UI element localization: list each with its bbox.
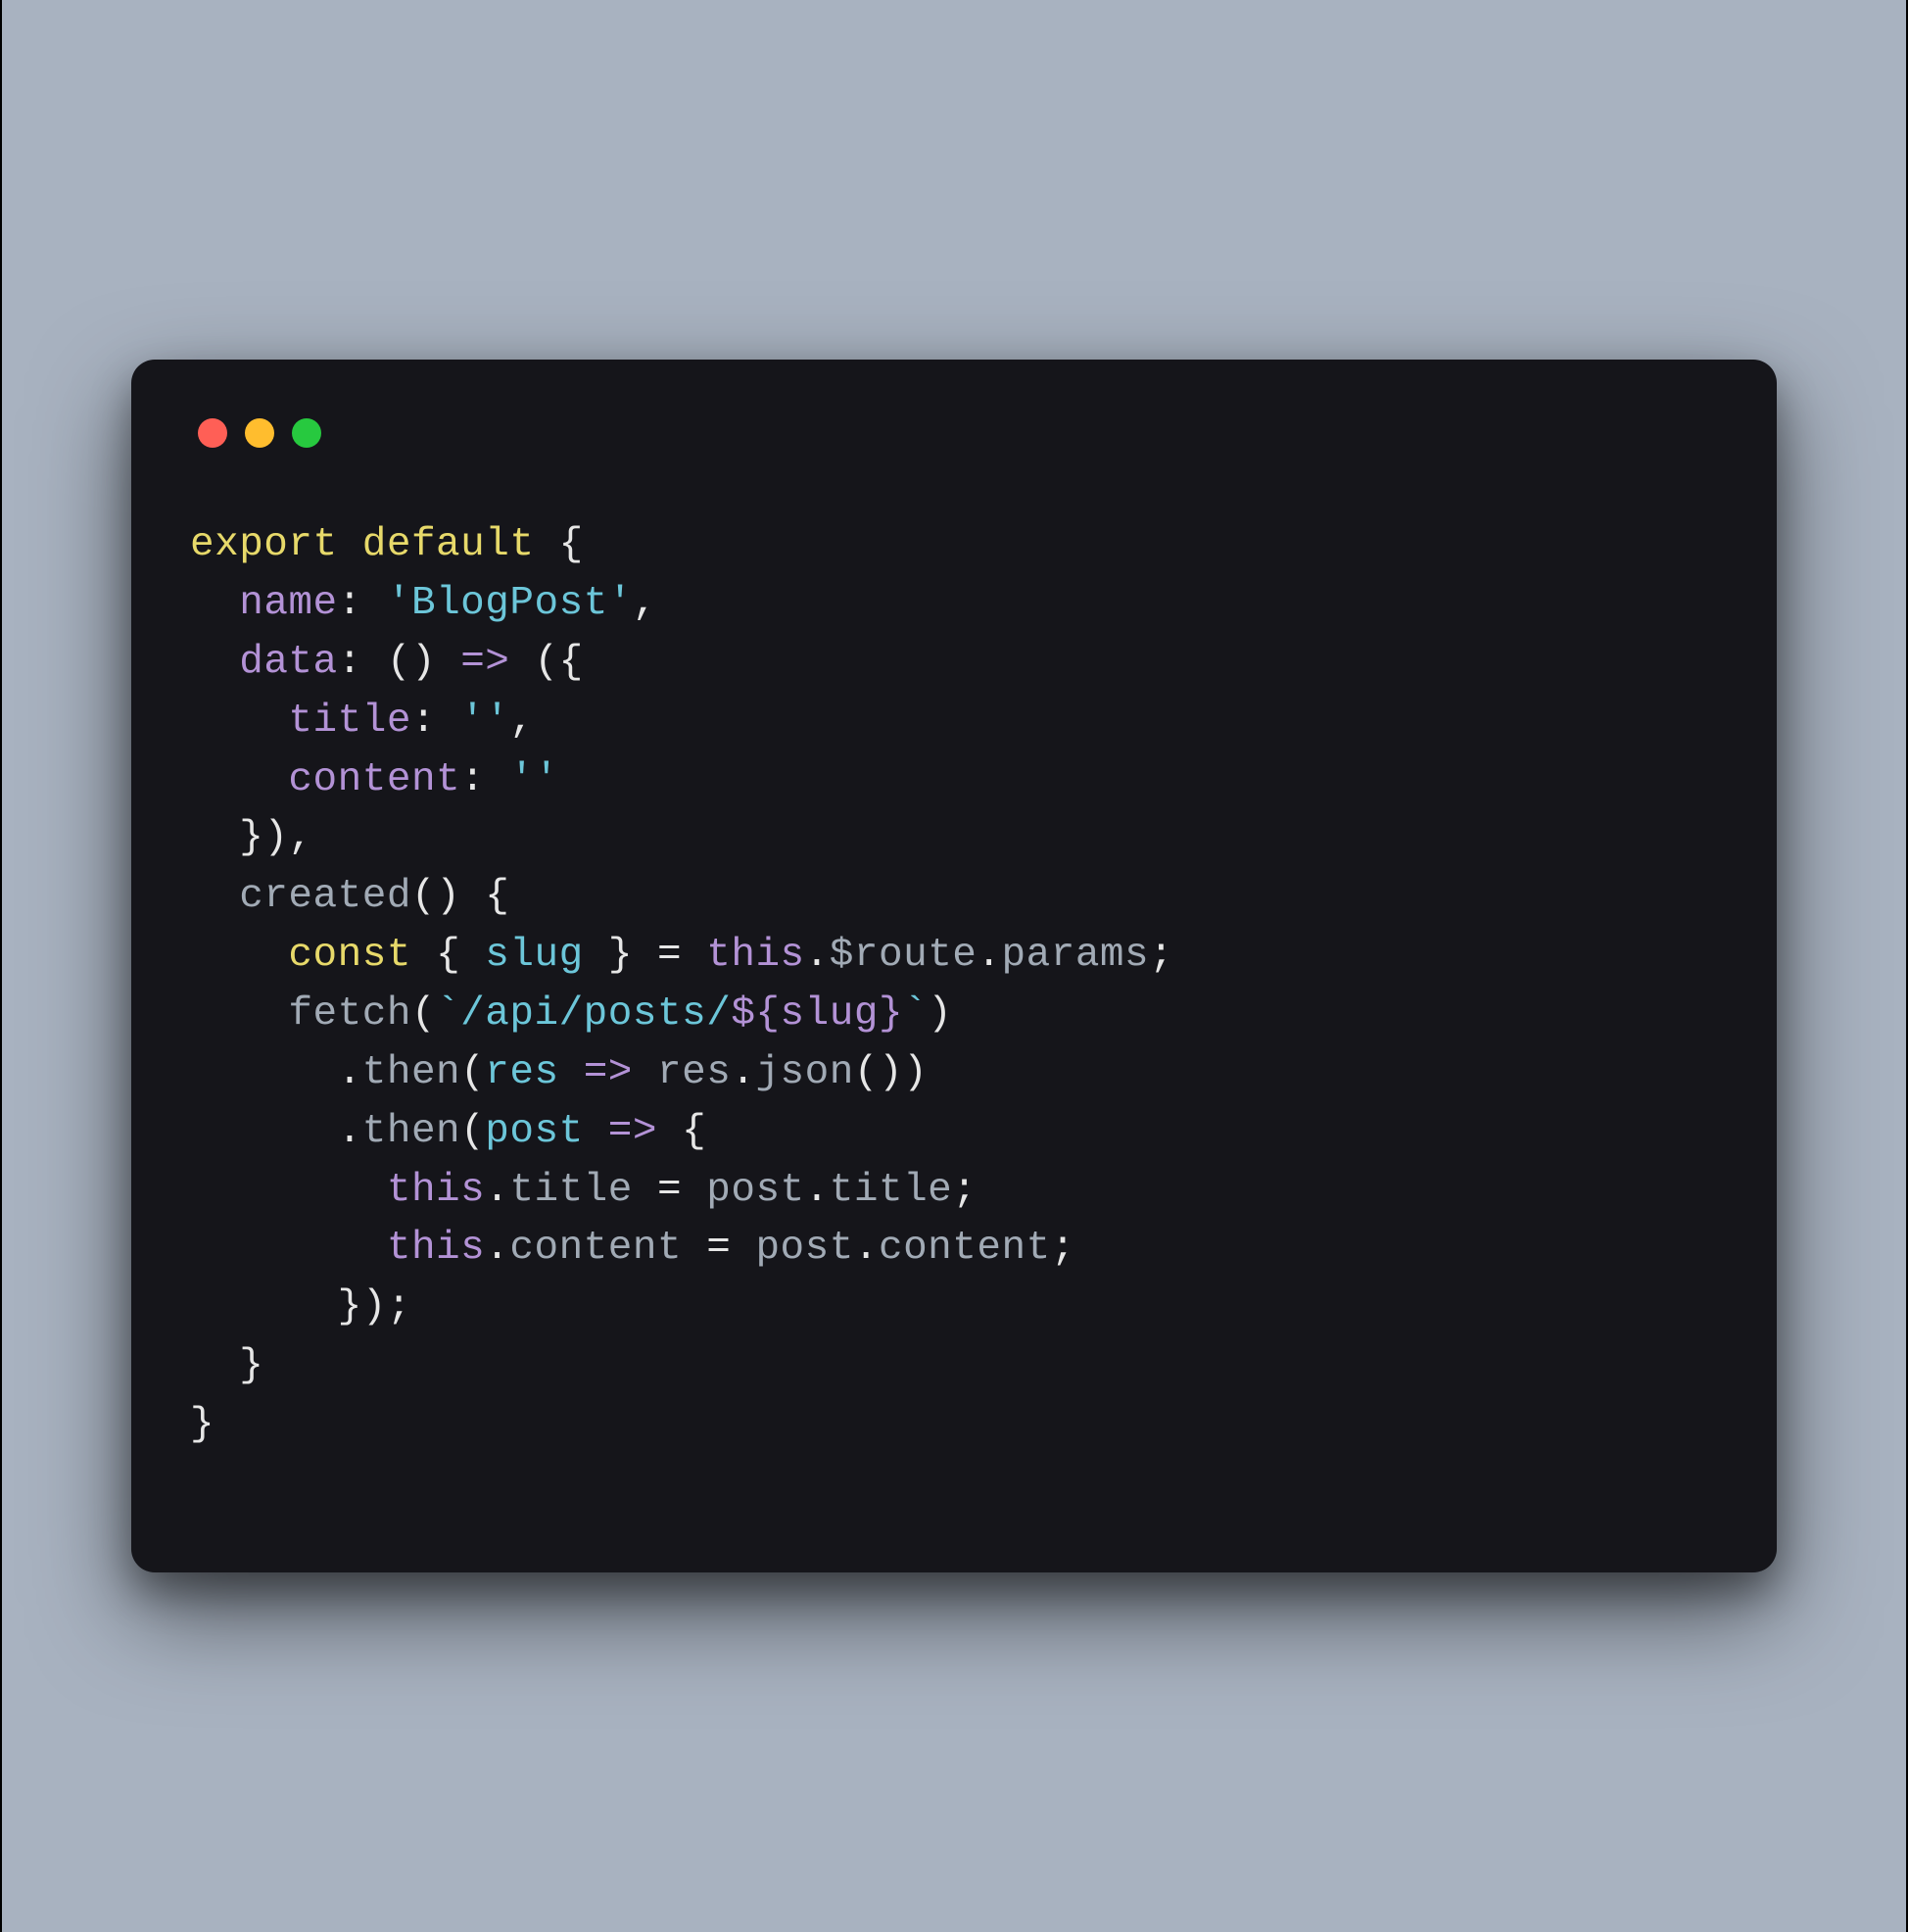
prop-content: content (509, 1226, 682, 1271)
id-post: post (706, 1168, 804, 1213)
paren-open: ( (460, 1109, 485, 1154)
eq: = (657, 933, 682, 978)
colon: : (338, 581, 362, 626)
method-then: then (362, 1050, 460, 1095)
prop-data: data (239, 640, 337, 685)
prop-title: title (288, 699, 411, 744)
dot: . (485, 1168, 509, 1213)
eq: = (706, 1226, 731, 1271)
prop-title: title (830, 1168, 953, 1213)
comma: , (509, 699, 534, 744)
brace-open: { (436, 933, 460, 978)
semi: ; (1149, 933, 1173, 978)
id-post: post (485, 1109, 583, 1154)
string-blogpost: 'BlogPost' (387, 581, 633, 626)
minimize-icon[interactable] (245, 418, 274, 448)
brace-open: { (682, 1109, 706, 1154)
id-res: res (657, 1050, 731, 1095)
paren-close: ) (263, 815, 288, 860)
paren-close: ) (436, 874, 460, 919)
prop-content: content (879, 1226, 1051, 1271)
method-then: then (362, 1109, 460, 1154)
brace-open: { (559, 522, 584, 567)
interp-close: } (879, 991, 903, 1037)
string-empty: '' (460, 699, 509, 744)
template-prefix: `/api/posts/ (436, 991, 731, 1037)
paren-open: ( (411, 991, 436, 1037)
paren-open: ( (460, 1050, 485, 1095)
prop-name: name (239, 581, 337, 626)
brace-close: } (608, 933, 633, 978)
semi: ; (952, 1168, 977, 1213)
arrow: => (584, 1050, 633, 1095)
paren-close: ) (362, 1284, 387, 1329)
brace-open: { (485, 874, 509, 919)
method-json: json (755, 1050, 853, 1095)
eq: = (657, 1168, 682, 1213)
close-icon[interactable] (198, 418, 227, 448)
brace-close: } (239, 1343, 263, 1388)
dot: . (485, 1226, 509, 1271)
paren-close: ) (411, 640, 436, 685)
keyword-default: default (362, 522, 535, 567)
dot: . (731, 1050, 755, 1095)
paren-open: ( (387, 640, 411, 685)
colon: : (460, 757, 485, 802)
keyword-this: this (706, 933, 804, 978)
paren-close: ) (879, 1050, 903, 1095)
brace-close: } (239, 815, 263, 860)
comma: , (633, 581, 657, 626)
interp-open: ${ (731, 991, 780, 1037)
prop-title: title (509, 1168, 633, 1213)
keyword-this: this (387, 1226, 485, 1271)
traffic-lights (198, 418, 1718, 448)
keyword-this: this (387, 1168, 485, 1213)
dot: . (805, 1168, 830, 1213)
paren-close: ) (928, 991, 952, 1037)
paren-open: ( (535, 640, 559, 685)
dot: . (338, 1050, 362, 1095)
id-slug: slug (485, 933, 583, 978)
code-block: export default { name: 'BlogPost', data:… (190, 516, 1718, 1455)
string-empty: '' (509, 757, 558, 802)
paren-close: ) (903, 1050, 928, 1095)
semi: ; (1051, 1226, 1075, 1271)
method-created: created (239, 874, 411, 919)
id-res: res (485, 1050, 558, 1095)
dot: . (854, 1226, 879, 1271)
prop-content: content (288, 757, 460, 802)
dot: . (977, 933, 1001, 978)
arrow: => (608, 1109, 657, 1154)
colon: : (411, 699, 436, 744)
paren-open: ( (854, 1050, 879, 1095)
template-suffix: ` (903, 991, 928, 1037)
brace-open: { (559, 640, 584, 685)
brace-close: } (190, 1402, 215, 1447)
colon: : (338, 640, 362, 685)
code-window: export default { name: 'BlogPost', data:… (131, 360, 1777, 1572)
prop-params: params (1002, 933, 1150, 978)
id-post: post (755, 1226, 853, 1271)
paren-open: ( (411, 874, 436, 919)
arrow: => (460, 640, 509, 685)
semi: ; (387, 1284, 411, 1329)
prop-route: $route (830, 933, 978, 978)
brace-close: } (338, 1284, 362, 1329)
keyword-export: export (190, 522, 338, 567)
dot: . (805, 933, 830, 978)
comma: , (288, 815, 312, 860)
interp-var: slug (781, 991, 879, 1037)
dot: . (338, 1109, 362, 1154)
keyword-const: const (288, 933, 411, 978)
maximize-icon[interactable] (292, 418, 321, 448)
id-fetch: fetch (288, 991, 411, 1037)
